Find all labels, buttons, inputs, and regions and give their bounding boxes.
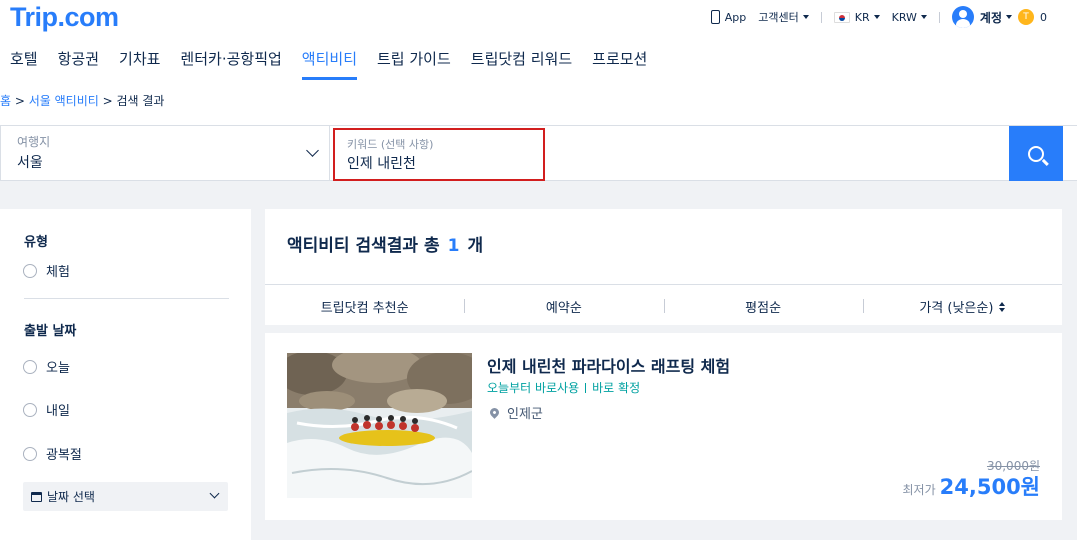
app-link[interactable]: App [710,10,747,24]
filter-date-heading: 출발 날짜 [24,324,77,339]
currency-selector[interactable]: KRW [892,11,927,24]
sort-label: 가격 (낮은순) [919,301,994,316]
chevron-down-icon [209,488,220,499]
language-label: KR [854,10,870,24]
product-thumbnail[interactable] [287,353,472,498]
breadcrumb-home[interactable]: 홈 [0,94,11,108]
korea-flag-icon [833,11,850,23]
caret-down-icon [920,15,927,19]
nav-tab-promotions[interactable]: 프로모션 [592,48,647,80]
nav-tab-cars[interactable]: 렌터카·공항픽업 [180,48,281,80]
support-label: 고객센터 [758,11,799,24]
nav-tab-activities[interactable]: 액티비티 [301,48,358,80]
nav-tab-rewards[interactable]: 트립닷컴 리워드 [471,48,572,80]
main-nav: 호텔 항공권 기차표 렌터카·공항픽업 액티비티 트립 가이드 트립닷컴 리워드… [10,48,667,80]
tripcom-logo[interactable]: Trip.com [10,2,119,33]
keyword-label: 키워드 (선택 사항) [347,138,434,151]
filter-panel: 유형 체험 출발 날짜 오늘 내일 광복절 날짜 선택 [0,209,251,540]
tag-instant-confirm: 바로 확정 [592,381,641,395]
breadcrumb-city[interactable]: 서울 액티비티 [29,94,99,108]
filter-option-label: 내일 [46,404,70,419]
product-location: 인제군 [487,403,543,422]
radio-button[interactable] [23,402,37,417]
search-button[interactable] [1009,126,1063,181]
results-header: 액티비티 검색결과 총 1개 트립닷컴 추천순 예약순 평점순 가격 (낮은순) [265,209,1062,325]
results-title: 액티비티 검색결과 총 1개 [287,231,483,256]
caret-down-icon [802,15,809,19]
filter-option-today[interactable]: 오늘 [23,357,70,376]
keyword-input[interactable] [347,155,532,171]
filter-option-label: 오늘 [46,361,70,376]
filter-option-experience[interactable]: 체험 [23,261,70,280]
filter-type-heading: 유형 [24,235,48,250]
sort-recommended[interactable]: 트립닷컴 추천순 [265,285,464,328]
tag-instant-use: 오늘부터 바로사용 [487,381,580,395]
location-pin-icon [488,406,501,419]
breadcrumb-separator: > [98,94,117,108]
breadcrumb-separator: > [11,94,29,108]
nav-tab-guide[interactable]: 트립 가이드 [377,48,451,80]
nav-tab-flights[interactable]: 항공권 [58,48,99,80]
product-card[interactable]: 인제 내린천 파라다이스 래프팅 체험 오늘부터 바로사용 바로 확정 인제군 … [265,333,1062,520]
results-title-prefix: 액티비티 검색결과 총 [287,236,440,256]
product-title[interactable]: 인제 내린천 파라다이스 래프팅 체험 [487,353,730,377]
sort-bookings[interactable]: 예약순 [464,285,663,328]
account-label: 계정 [979,10,1002,25]
keyword-field[interactable]: 키워드 (선택 사항) [333,128,545,181]
sort-label: 예약순 [545,301,582,316]
date-select[interactable]: 날짜 선택 [23,482,228,511]
filter-option-label: 체험 [46,265,70,280]
coin-icon: T [1018,9,1034,25]
filter-option-tomorrow[interactable]: 내일 [23,400,70,419]
filter-option-holiday[interactable]: 광복절 [23,444,82,463]
filter-divider [24,298,229,299]
sort-rating[interactable]: 평점순 [663,285,863,328]
caret-down-icon [1006,15,1012,19]
calendar-icon [31,491,42,502]
sort-price[interactable]: 가격 (낮은순) [862,285,1062,328]
search-icon [1028,145,1044,162]
caret-down-icon [873,15,880,19]
price-label: 최저가 [902,483,936,497]
nav-tab-trains[interactable]: 기차표 [119,48,160,80]
account-menu[interactable]: 계정 T 0 [951,6,1047,28]
currency-label: KRW [891,10,917,24]
radio-button[interactable] [23,263,37,278]
product-tags: 오늘부터 바로사용 바로 확정 [487,379,640,396]
app-label: App [724,10,747,24]
search-bar: 여행지 서울 키워드 (선택 사항) [0,125,1077,181]
phone-icon [710,10,720,24]
language-selector[interactable]: KR [833,10,880,24]
sort-label: 트립닷컴 추천순 [320,301,409,316]
breadcrumb-current: 검색 결과 [116,94,165,108]
header: Trip.com App 고객센터 KR KRW 계정 T 0 호텔 항공권 기… [0,0,1077,125]
radio-button[interactable] [23,446,37,461]
tag-divider [585,382,587,393]
breadcrumb: 홈 > 서울 액티비티 > 검색 결과 [0,92,164,109]
destination-label: 여행지 [17,135,51,149]
divider [938,11,940,23]
price-value: 24,500원 [939,475,1040,499]
destination-value: 서울 [17,155,43,171]
divider [820,11,822,23]
results-count: 1 [447,236,460,256]
avatar-icon [951,6,974,28]
nav-tab-hotels[interactable]: 호텔 [10,48,38,80]
filter-option-label: 광복절 [46,448,82,463]
sort-bar: 트립닷컴 추천순 예약순 평점순 가격 (낮은순) [265,284,1062,328]
utility-bar: App 고객센터 KR KRW 계정 T 0 [699,6,1047,28]
rafting-photo-icon [287,353,472,498]
sort-arrows-icon [999,301,1006,312]
chevron-down-icon [306,144,319,157]
results-title-suffix: 개 [467,236,484,256]
radio-button[interactable] [23,359,37,374]
coin-balance: 0 [1040,10,1047,24]
destination-field[interactable]: 여행지 서울 [0,126,330,180]
support-menu[interactable]: 고객센터 [758,9,809,25]
date-select-label: 날짜 선택 [47,490,95,504]
price: 최저가 24,500원 [903,471,1040,501]
sort-label: 평점순 [745,301,782,316]
location-label: 인제군 [507,407,543,422]
